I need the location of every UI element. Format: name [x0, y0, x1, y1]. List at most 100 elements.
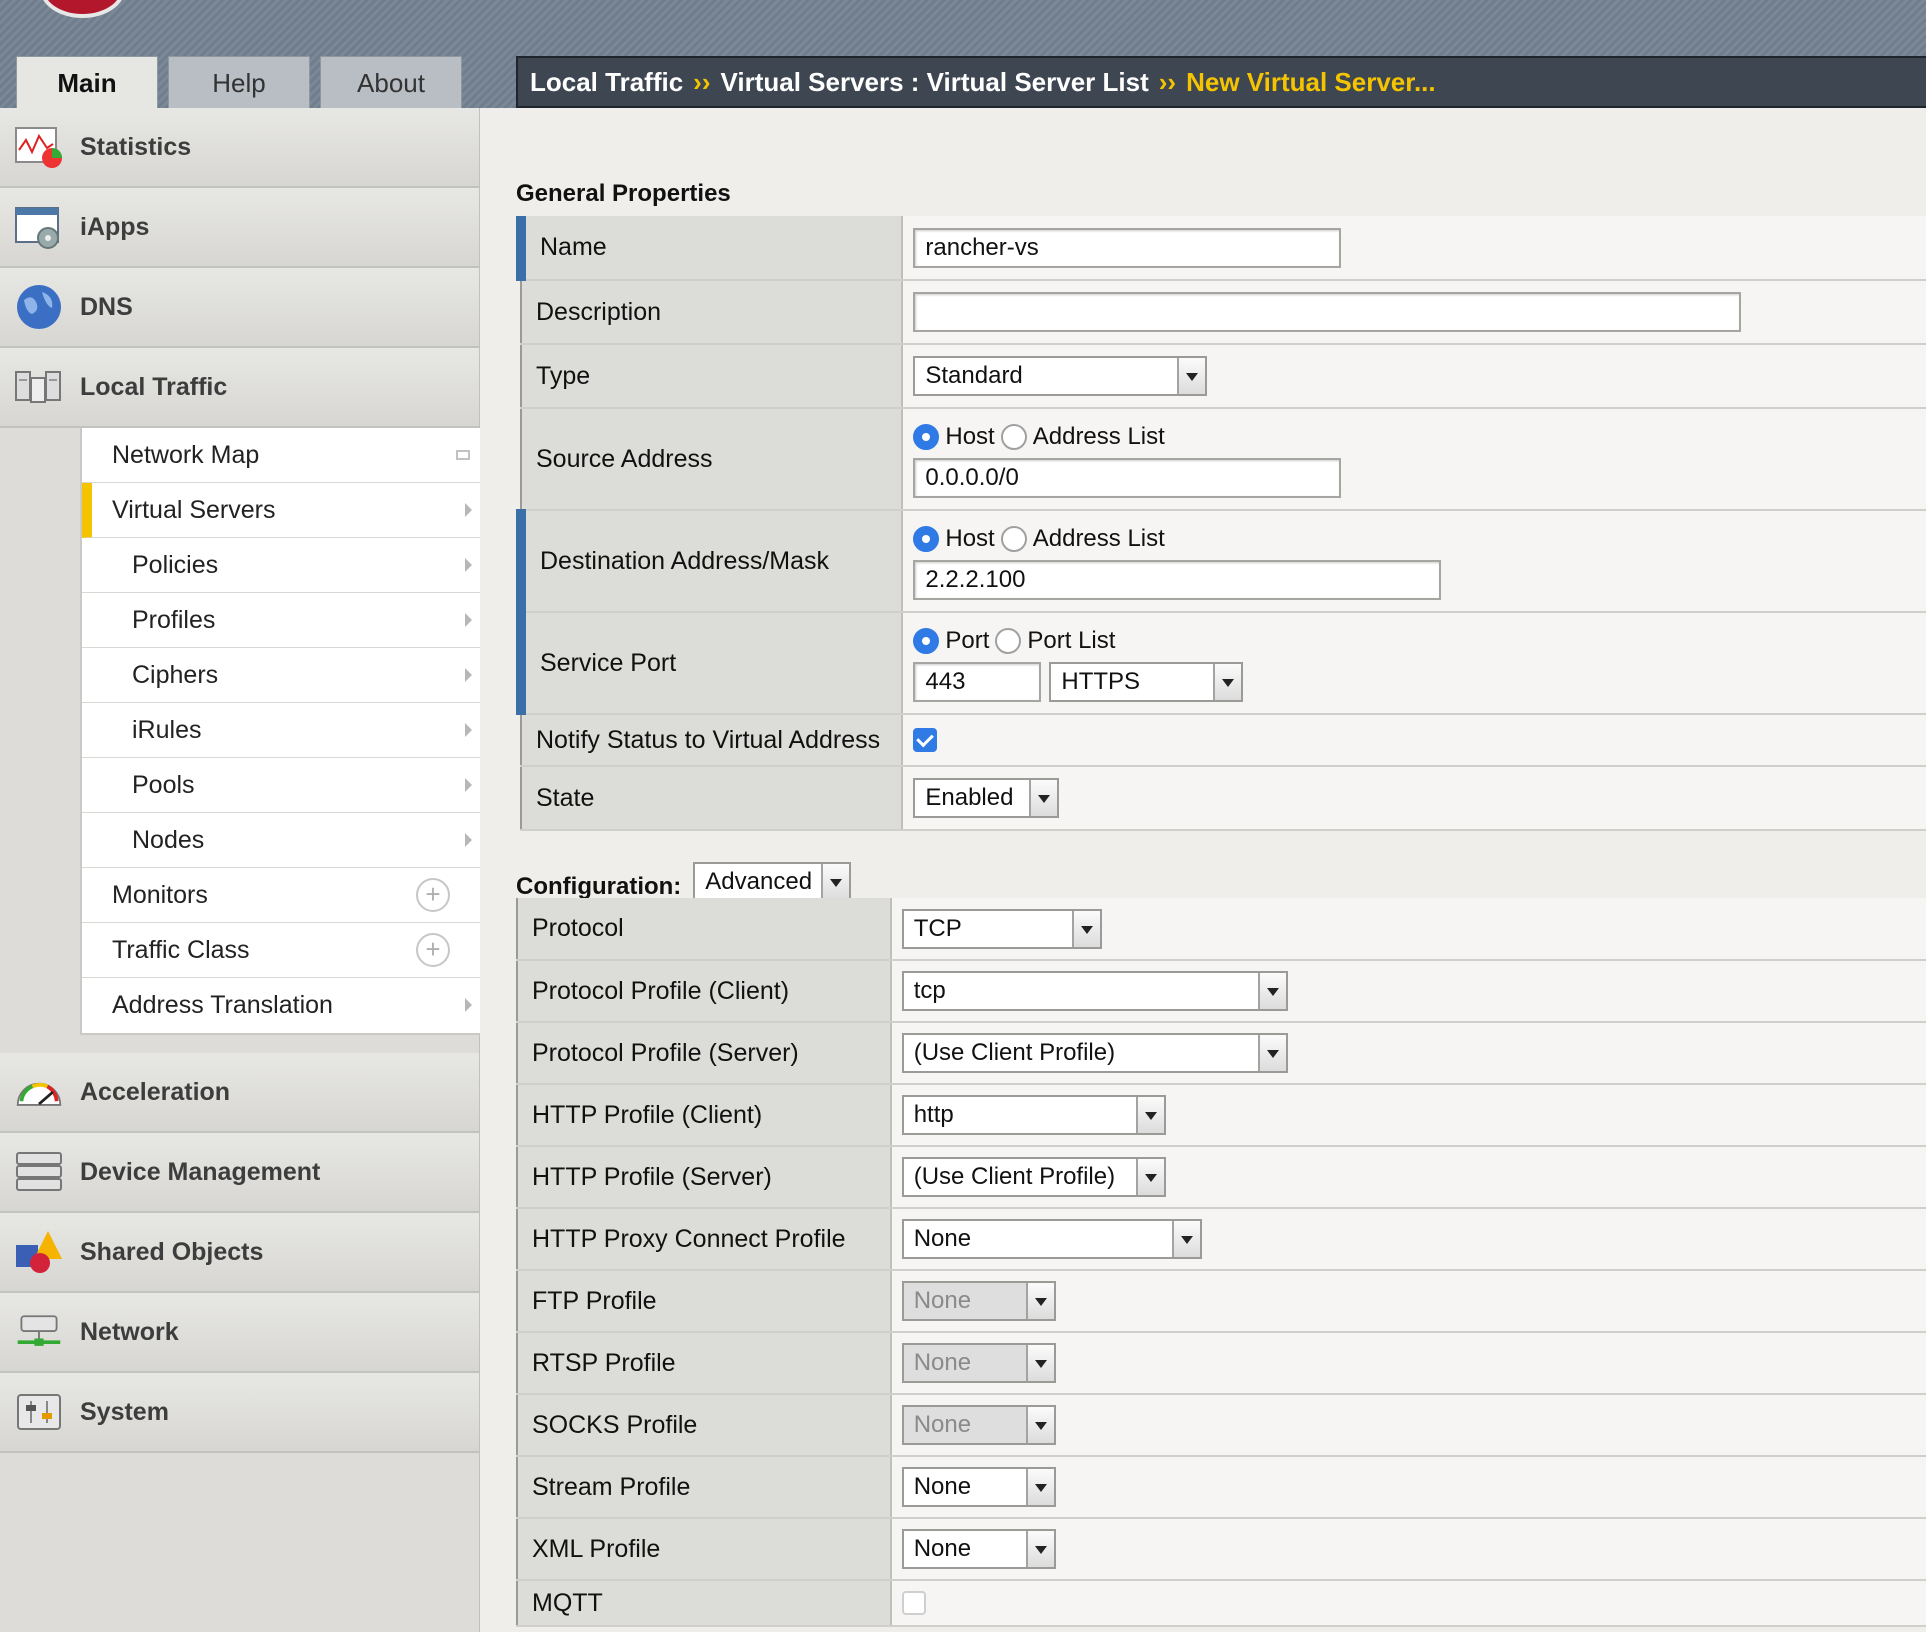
source-address-list-radio[interactable]: [1000, 424, 1027, 450]
sidebar-item-iapps[interactable]: iApps: [0, 188, 479, 268]
sidebar-item-dns[interactable]: DNS: [0, 268, 479, 348]
config-select[interactable]: (Use Client Profile): [901, 1033, 1288, 1073]
destination-label: Destination Address/Mask: [515, 510, 904, 613]
config-row: SOCKS Profile None: [516, 1394, 1926, 1457]
sidebar-item-device-management[interactable]: Device Management: [0, 1133, 479, 1213]
configuration-mode-value: Advanced: [705, 868, 813, 895]
chevron-down-icon: [821, 864, 850, 900]
port-radio[interactable]: [913, 628, 940, 654]
add-icon[interactable]: +: [416, 933, 450, 967]
breadcrumb-virtual-server-list[interactable]: Virtual Servers : Virtual Server List: [720, 67, 1148, 97]
sidebar-item-network[interactable]: Network: [0, 1293, 479, 1373]
subnav-label: Network Map: [112, 440, 260, 469]
breadcrumb-local-traffic[interactable]: Local Traffic: [530, 67, 683, 97]
config-row-label: HTTP Profile (Server): [516, 1146, 892, 1209]
chevron-down-icon: [1029, 780, 1058, 816]
config-select[interactable]: None: [901, 1529, 1056, 1569]
subnav-nodes[interactable]: Nodes: [82, 813, 480, 868]
subnav-network-map[interactable]: Network Map: [82, 428, 480, 483]
subnav-label: Monitors: [112, 880, 208, 909]
config-select[interactable]: (Use Client Profile): [901, 1157, 1166, 1197]
sidebar-item-label: Network: [80, 1317, 179, 1346]
notify-checkbox[interactable]: [913, 728, 938, 752]
config-select[interactable]: None: [901, 1467, 1056, 1507]
port-input[interactable]: 443: [913, 662, 1042, 702]
config-select[interactable]: TCP: [901, 908, 1102, 949]
config-select[interactable]: http: [901, 1095, 1166, 1135]
subnav-profiles[interactable]: Profiles: [82, 593, 480, 648]
config-select-value: tcp: [913, 977, 946, 1004]
config-row: HTTP Profile (Server) (Use Client Profile…: [516, 1146, 1926, 1209]
subnav-policies[interactable]: Policies: [82, 538, 480, 593]
subnav-monitors[interactable]: Monitors +: [82, 868, 480, 923]
popout-icon[interactable]: [456, 450, 470, 460]
network-icon: [14, 1307, 64, 1357]
state-select[interactable]: Enabled: [913, 778, 1060, 818]
dest-address-list-radio[interactable]: [1000, 526, 1027, 552]
chevron-right-icon: [465, 613, 472, 627]
source-address-input[interactable]: 0.0.0.0/0: [913, 458, 1342, 498]
type-select-value: Standard: [925, 362, 1023, 389]
subnav-label: Profiles: [132, 605, 216, 634]
row-notify: Notify Status to Virtual Address: [519, 714, 1926, 767]
dest-host-radio[interactable]: [913, 526, 940, 552]
configuration-header: Configuration: Advanced: [516, 862, 852, 902]
statistics-icon: [14, 122, 64, 172]
state-label: State: [519, 766, 904, 831]
chevron-down-icon: [1213, 664, 1242, 700]
sidebar-item-label: System: [80, 1397, 169, 1426]
chevron-down-icon: [1025, 1283, 1054, 1319]
subnav-virtual-servers[interactable]: Virtual Servers: [82, 483, 480, 538]
config-row: XML Profile None: [516, 1518, 1926, 1581]
config-select[interactable]: tcp: [901, 971, 1288, 1011]
description-input[interactable]: [913, 292, 1742, 332]
config-select[interactable]: None: [901, 1219, 1202, 1259]
sidebar-item-label: Statistics: [80, 132, 192, 161]
chevron-down-icon: [1135, 1097, 1164, 1133]
tab-about[interactable]: About: [320, 56, 462, 108]
speedometer-icon: [14, 1067, 64, 1117]
chevron-down-icon: [1257, 1035, 1286, 1071]
breadcrumb: Local Traffic ›› Virtual Servers : Virtual…: [516, 56, 1926, 108]
subnav-label: iRules: [132, 715, 202, 744]
tab-help[interactable]: Help: [168, 56, 310, 108]
main-content: General Properties Name rancher-vs Descr…: [480, 108, 1926, 1632]
config-select: None: [901, 1281, 1056, 1321]
port-service-select[interactable]: HTTPS: [1049, 662, 1244, 702]
add-icon[interactable]: +: [416, 878, 450, 912]
breadcrumb-separator: ››: [1158, 67, 1177, 97]
subnav-label: Nodes: [132, 825, 205, 854]
subnav-irules[interactable]: iRules: [82, 703, 480, 758]
tab-main[interactable]: Main: [16, 56, 158, 108]
config-select-value: None: [913, 1349, 972, 1376]
configuration-table: Protocol TCP Protocol Profile (Client) tcp P…: [516, 898, 1926, 1627]
subnav-pools[interactable]: Pools: [82, 758, 480, 813]
chevron-down-icon: [1177, 358, 1206, 394]
config-row: HTTP Proxy Connect Profile None: [516, 1208, 1926, 1271]
port-list-radio-label: Port List: [1027, 627, 1116, 654]
subnav-traffic-class[interactable]: Traffic Class +: [82, 923, 480, 978]
config-row: RTSP Profile None: [516, 1332, 1926, 1395]
breadcrumb-separator: ››: [693, 67, 711, 97]
type-label: Type: [519, 344, 904, 409]
source-host-radio[interactable]: [913, 424, 940, 450]
mqtt-checkbox[interactable]: [901, 1591, 926, 1615]
sidebar-item-local-traffic[interactable]: Local Traffic: [0, 348, 479, 428]
subnav-ciphers[interactable]: Ciphers: [82, 648, 480, 703]
type-select[interactable]: Standard: [913, 356, 1208, 396]
sidebar-item-statistics[interactable]: Statistics: [0, 108, 479, 188]
configuration-mode-select[interactable]: Advanced: [693, 862, 852, 902]
port-list-radio[interactable]: [995, 628, 1022, 654]
general-properties-table: Name rancher-vs Description Type Standar…: [515, 216, 1926, 831]
subnav-address-translation[interactable]: Address Translation: [82, 978, 480, 1033]
chevron-right-icon: [465, 668, 472, 682]
notify-label: Notify Status to Virtual Address: [519, 714, 904, 767]
subnav-label: Policies: [132, 550, 219, 579]
name-input[interactable]: rancher-vs: [913, 227, 1342, 268]
destination-address-input[interactable]: 2.2.2.100: [913, 560, 1442, 600]
config-select-value: None: [913, 1225, 972, 1252]
sidebar-item-shared-objects[interactable]: Shared Objects: [0, 1213, 479, 1293]
sidebar-item-acceleration[interactable]: Acceleration: [0, 1053, 479, 1133]
sidebar-item-system[interactable]: System: [0, 1373, 479, 1453]
servers-icon: [14, 1147, 64, 1197]
